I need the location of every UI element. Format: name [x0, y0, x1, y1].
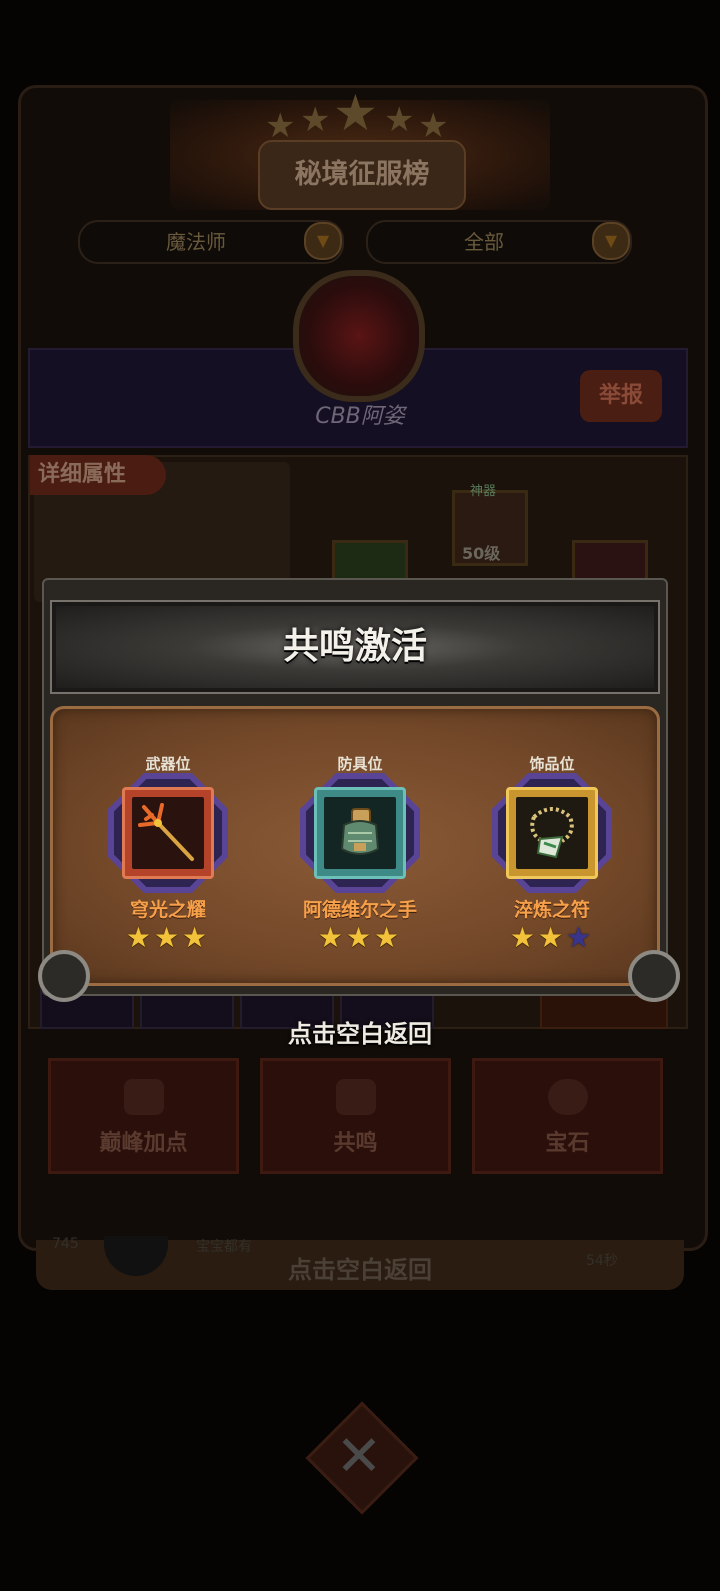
item-name: 淬炼之符	[513, 899, 590, 921]
star-filled-icon: ★	[182, 921, 211, 954]
star-filled-icon: ★	[345, 921, 375, 954]
star-filled-icon: ★	[509, 921, 538, 954]
player-avatar	[293, 270, 425, 402]
peak-points-button[interactable]: 巅峰加点	[48, 1058, 239, 1174]
peak-points-label: 巅峰加点	[99, 1131, 188, 1156]
corner-ornament-left	[38, 950, 90, 1002]
star-filled-icon: ★	[153, 921, 183, 954]
banner-star-icon: ★	[384, 100, 415, 140]
modal-body: 武器位 穹光之耀 ★★★ 防具位 阿德维尔之手 ★★★ 饰品位 淬炼之符 ★★★	[50, 706, 660, 986]
report-button[interactable]: 举报	[580, 370, 662, 422]
equipment-level: 50级	[462, 544, 501, 563]
slot-label: 防具位	[337, 755, 383, 773]
gem-icon	[547, 1079, 588, 1115]
resonance-icon	[335, 1079, 376, 1115]
god-label: 神器	[470, 484, 497, 499]
background-return-hint: 点击空白返回	[288, 1256, 432, 1284]
star-filled-icon: ★	[125, 921, 154, 954]
resonance-button[interactable]: 共鸣	[260, 1058, 451, 1174]
home-plus-icon	[123, 1079, 164, 1115]
star-rating: ★★★	[467, 921, 637, 954]
chevron-down-icon: ▼	[304, 222, 342, 260]
gauntlet-icon	[340, 808, 380, 855]
item-name: 阿德维尔之手	[302, 899, 417, 921]
star-rating: ★★★	[275, 921, 445, 954]
slot-label: 饰品位	[529, 755, 575, 773]
item-name: 穹光之耀	[129, 899, 206, 921]
player-name: CBB阿姿	[315, 404, 405, 429]
trident-icon	[138, 803, 194, 861]
tap-blank-to-return[interactable]: 点击空白返回	[0, 1014, 720, 1049]
star-filled-icon: ★	[374, 921, 403, 954]
detail-attributes-tab[interactable]: 详细属性	[30, 455, 166, 495]
resonance-item-armor[interactable]: 防具位 阿德维尔之手 ★★★	[275, 709, 445, 989]
gem-button[interactable]: 宝石	[472, 1058, 663, 1174]
star-filled-icon: ★	[537, 921, 567, 954]
star-empty-icon: ★	[566, 921, 595, 954]
chevron-down-icon: ▼	[592, 222, 630, 260]
class-filter-label: 魔法师	[166, 230, 226, 254]
resonance-activation-modal: 共鸣激活 武器位 穹光之耀 ★★★ 防具位 阿德维尔之手 ★★★ 饰品位 淬炼之…	[38, 578, 680, 1002]
scope-filter-label: 全部	[464, 230, 504, 254]
banner-star-icon: ★	[300, 100, 331, 140]
star-filled-icon: ★	[317, 921, 346, 954]
modal-title: 共鸣激活	[282, 626, 427, 667]
resonance-label: 共鸣	[333, 1131, 378, 1156]
corner-ornament-right	[628, 950, 680, 1002]
crossed-swords-icon: ✕	[335, 1424, 383, 1489]
amulet-icon	[530, 807, 574, 859]
class-filter-dropdown[interactable]: 魔法师 ▼	[78, 220, 344, 264]
slot-label: 武器位	[145, 755, 191, 773]
resonance-item-accessory[interactable]: 饰品位 淬炼之符 ★★★	[467, 709, 637, 989]
banner-star-icon: ★	[333, 84, 378, 142]
leaderboard-title: 秘境征服榜	[258, 140, 466, 210]
scope-filter-dropdown[interactable]: 全部 ▼	[366, 220, 632, 264]
gem-label: 宝石	[545, 1131, 590, 1156]
resonance-item-weapon[interactable]: 武器位 穹光之耀 ★★★	[83, 709, 253, 989]
star-rating: ★★★	[83, 921, 253, 954]
